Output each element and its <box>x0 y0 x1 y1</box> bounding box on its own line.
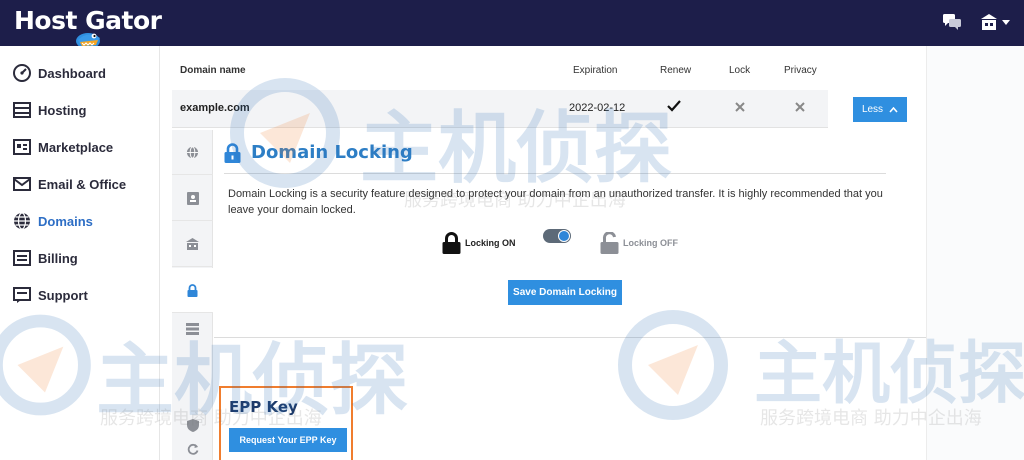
tab-globe[interactable] <box>172 130 213 175</box>
sidebar-item-label: Billing <box>38 250 78 266</box>
sidebar-item-label: Email & Office <box>38 176 127 192</box>
chat-icon[interactable] <box>942 12 962 32</box>
domain-name-cell: example.com <box>180 102 250 114</box>
shield-icon <box>186 418 199 432</box>
column-header-privacy: Privacy <box>784 65 817 76</box>
epp-key-title: EPP Key <box>229 398 298 416</box>
locking-on-option[interactable]: Locking ON <box>442 232 516 254</box>
sidebar-item-marketplace[interactable]: Marketplace <box>0 132 160 162</box>
sidebar-item-label: Marketplace <box>38 139 114 155</box>
chevron-up-icon <box>889 106 898 113</box>
locking-toggle[interactable] <box>543 229 571 243</box>
sidebar-item-label: Hosting <box>38 102 87 118</box>
column-header-expiration: Expiration <box>573 65 618 76</box>
globe-icon <box>12 211 32 231</box>
toggle-knob <box>558 230 570 242</box>
sidebar-item-domains[interactable]: Domains <box>0 206 160 236</box>
globe-icon <box>186 145 199 159</box>
less-button-label: Less <box>861 104 884 115</box>
sidebar-item-label: Domains <box>38 213 93 229</box>
lock-icon <box>224 142 241 163</box>
sidebar: Dashboard Hosting Marketplace Email & Of… <box>0 46 160 460</box>
locking-off-option[interactable]: Locking OFF <box>600 232 678 254</box>
tab-dns[interactable] <box>172 314 213 344</box>
expiration-cell: 2022-02-12 <box>569 102 626 114</box>
save-domain-locking-button[interactable]: Save Domain Locking <box>508 280 622 305</box>
less-button[interactable]: Less <box>853 97 907 122</box>
sidebar-item-hosting[interactable]: Hosting <box>0 95 160 125</box>
hosting-icon <box>12 100 32 120</box>
sidebar-item-label: Support <box>38 287 88 303</box>
table-row[interactable]: example.com 2022-02-12 <box>172 90 828 128</box>
refresh-icon <box>187 443 198 455</box>
sidebar-item-dashboard[interactable]: Dashboard <box>0 58 160 88</box>
contact-icon <box>186 191 199 205</box>
dns-icon <box>186 323 199 335</box>
lock-icon <box>187 283 198 297</box>
section-title: Domain Locking <box>251 142 413 163</box>
billing-icon <box>12 248 32 268</box>
sidebar-item-label: Dashboard <box>38 65 106 81</box>
chevron-down-icon <box>1002 19 1010 25</box>
column-header-domain-name: Domain name <box>180 65 246 76</box>
dashboard-icon <box>12 63 32 83</box>
domain-detail-tabs <box>172 130 213 460</box>
marketplace-icon <box>12 137 32 157</box>
account-menu[interactable] <box>980 12 1010 32</box>
tab-contact[interactable] <box>172 176 213 221</box>
request-epp-key-button[interactable]: Request Your EPP Key <box>229 428 347 452</box>
locking-off-label: Locking OFF <box>623 238 678 248</box>
email-icon <box>12 174 32 194</box>
divider <box>224 173 886 174</box>
column-header-lock: Lock <box>729 65 751 76</box>
account-icon <box>981 14 997 30</box>
tab-nameservers[interactable] <box>172 222 213 267</box>
renew-check-icon <box>667 100 681 115</box>
unlocked-icon <box>600 232 619 254</box>
section-description: Domain Locking is a security feature des… <box>228 188 883 216</box>
right-gutter <box>926 46 1024 460</box>
tab-renew[interactable] <box>172 438 213 460</box>
support-icon <box>12 285 32 305</box>
privacy-x-icon <box>795 102 805 115</box>
domain-locking-panel: Domain Locking Domain Locking is a secur… <box>214 130 926 460</box>
sidebar-item-support[interactable]: Support <box>0 280 160 310</box>
hostgator-logo[interactable]: Host Gator <box>14 4 174 49</box>
epp-key-highlight-box: EPP Key Request Your EPP Key <box>219 386 353 460</box>
nameserver-icon <box>186 238 199 250</box>
sidebar-item-email-office[interactable]: Email & Office <box>0 169 160 199</box>
tab-privacy[interactable] <box>172 413 213 437</box>
lock-x-icon <box>735 102 745 115</box>
divider <box>214 337 926 338</box>
locked-icon <box>442 232 461 254</box>
column-header-renew: Renew <box>660 65 692 76</box>
main-content: Domain name Expiration Renew Lock Privac… <box>160 46 926 460</box>
sidebar-item-billing[interactable]: Billing <box>0 243 160 273</box>
tab-domain-locking[interactable] <box>172 268 213 313</box>
locking-on-label: Locking ON <box>465 238 516 248</box>
top-bar: Host Gator <box>0 0 1024 49</box>
